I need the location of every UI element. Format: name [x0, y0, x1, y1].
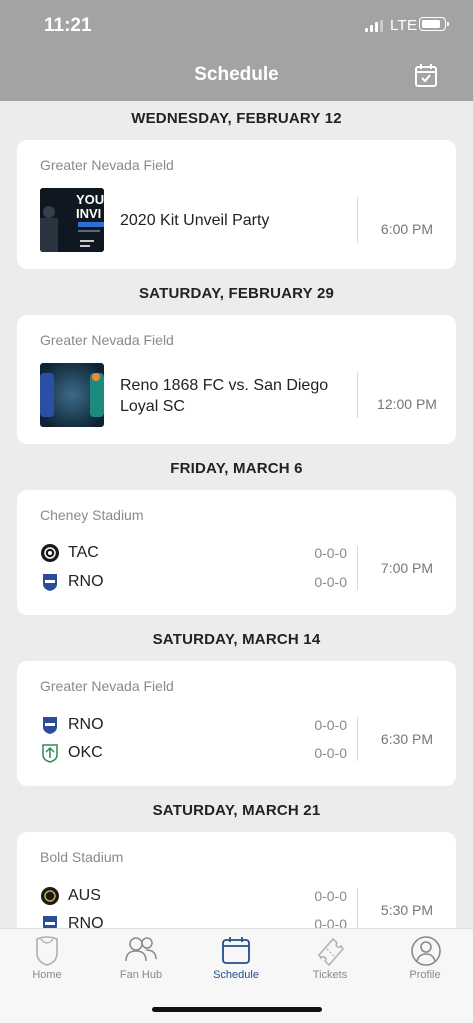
shield-icon: [36, 936, 58, 966]
austin-logo-icon: [41, 887, 59, 905]
match-time: 6:30 PM: [380, 731, 434, 747]
event-thumbnail: YOU INVI: [40, 188, 104, 252]
reno-logo-icon: [43, 717, 57, 734]
signal-icon: [365, 20, 383, 32]
team-row: RNO 0-0-0: [40, 571, 350, 593]
date-header: FRIDAY, MARCH 6: [170, 460, 303, 477]
event-thumbnail: [40, 363, 104, 427]
thumb-text-2: INVI: [76, 206, 101, 221]
calendar-icon: [222, 937, 250, 964]
battery-icon: [419, 17, 449, 31]
ticket-icon: [318, 937, 344, 967]
team-abbr: OKC: [68, 744, 103, 761]
status-time: 11:21: [44, 15, 92, 36]
event-name-line-1: Reno 1868 FC vs. San Diego: [120, 377, 329, 394]
tab-schedule[interactable]: Schedule: [201, 929, 271, 989]
profile-icon: [411, 936, 441, 966]
calendar-icon[interactable]: [412, 62, 440, 90]
match-card[interactable]: Greater Nevada Field RNO 0-0-0 OKC 0-0-0…: [17, 661, 456, 786]
tab-label: Home: [32, 969, 62, 981]
event-name-line-2: Loyal SC: [120, 398, 185, 415]
team-abbr: AUS: [68, 887, 101, 904]
date-header: SATURDAY, FEBRUARY 29: [138, 285, 335, 302]
team-record: 0-0-0: [314, 745, 347, 761]
match-card[interactable]: Cheney Stadium TAC 0-0-0 RNO 0-0-0 7:00 …: [17, 490, 456, 615]
team-row: AUS 0-0-0: [40, 885, 350, 907]
venue-label: Cheney Stadium: [40, 507, 144, 523]
match-time: 7:00 PM: [380, 560, 434, 576]
team-row: OKC 0-0-0: [40, 742, 350, 764]
okc-logo-icon: [42, 744, 58, 763]
tab-label: Profile: [409, 969, 441, 981]
team-row: TAC 0-0-0: [40, 542, 350, 564]
date-header: WEDNESDAY, FEBRUARY 12: [131, 110, 342, 127]
event-time: 12:00 PM: [377, 396, 437, 412]
team-abbr: RNO: [68, 716, 104, 733]
tab-tickets[interactable]: Tickets: [295, 929, 365, 989]
tab-label: Schedule: [213, 969, 259, 981]
app-header: 11:21 LTE Schedule: [0, 0, 473, 101]
event-card[interactable]: Greater Nevada Field YOU INVI 2020 Kit U…: [17, 140, 456, 269]
venue-label: Greater Nevada Field: [40, 678, 174, 694]
home-indicator: [152, 1007, 322, 1012]
reno-logo-icon: [43, 574, 57, 591]
team-record: 0-0-0: [314, 717, 347, 733]
team-abbr: RNO: [68, 573, 104, 590]
team-record: 0-0-0: [314, 545, 347, 561]
tab-label: Fan Hub: [119, 969, 163, 981]
network-label: LTE: [390, 17, 418, 34]
date-header: SATURDAY, MARCH 14: [152, 631, 321, 648]
event-time: 6:00 PM: [380, 221, 434, 237]
tab-fan-hub[interactable]: Fan Hub: [106, 929, 176, 989]
event-card[interactable]: Greater Nevada Field Reno 1868 FC vs. Sa…: [17, 315, 456, 444]
venue-label: Greater Nevada Field: [40, 332, 174, 348]
date-header: SATURDAY, MARCH 21: [152, 802, 321, 819]
people-icon: [125, 937, 157, 962]
status-bar: 11:21 LTE: [0, 0, 473, 50]
tab-label: Tickets: [312, 969, 348, 981]
event-name: 2020 Kit Unveil Party: [120, 212, 270, 229]
venue-label: Greater Nevada Field: [40, 157, 174, 173]
team-record: 0-0-0: [314, 574, 347, 590]
tab-profile[interactable]: Profile: [390, 929, 460, 989]
page-title: Schedule: [194, 64, 279, 85]
venue-label: Bold Stadium: [40, 849, 124, 865]
thumb-text-1: YOU: [76, 192, 104, 207]
team-abbr: TAC: [68, 544, 99, 561]
team-record: 0-0-0: [314, 888, 347, 904]
tab-home[interactable]: Home: [12, 929, 82, 989]
team-row: RNO 0-0-0: [40, 714, 350, 736]
match-time: 5:30 PM: [380, 902, 434, 918]
tacoma-logo-icon: [41, 544, 59, 562]
